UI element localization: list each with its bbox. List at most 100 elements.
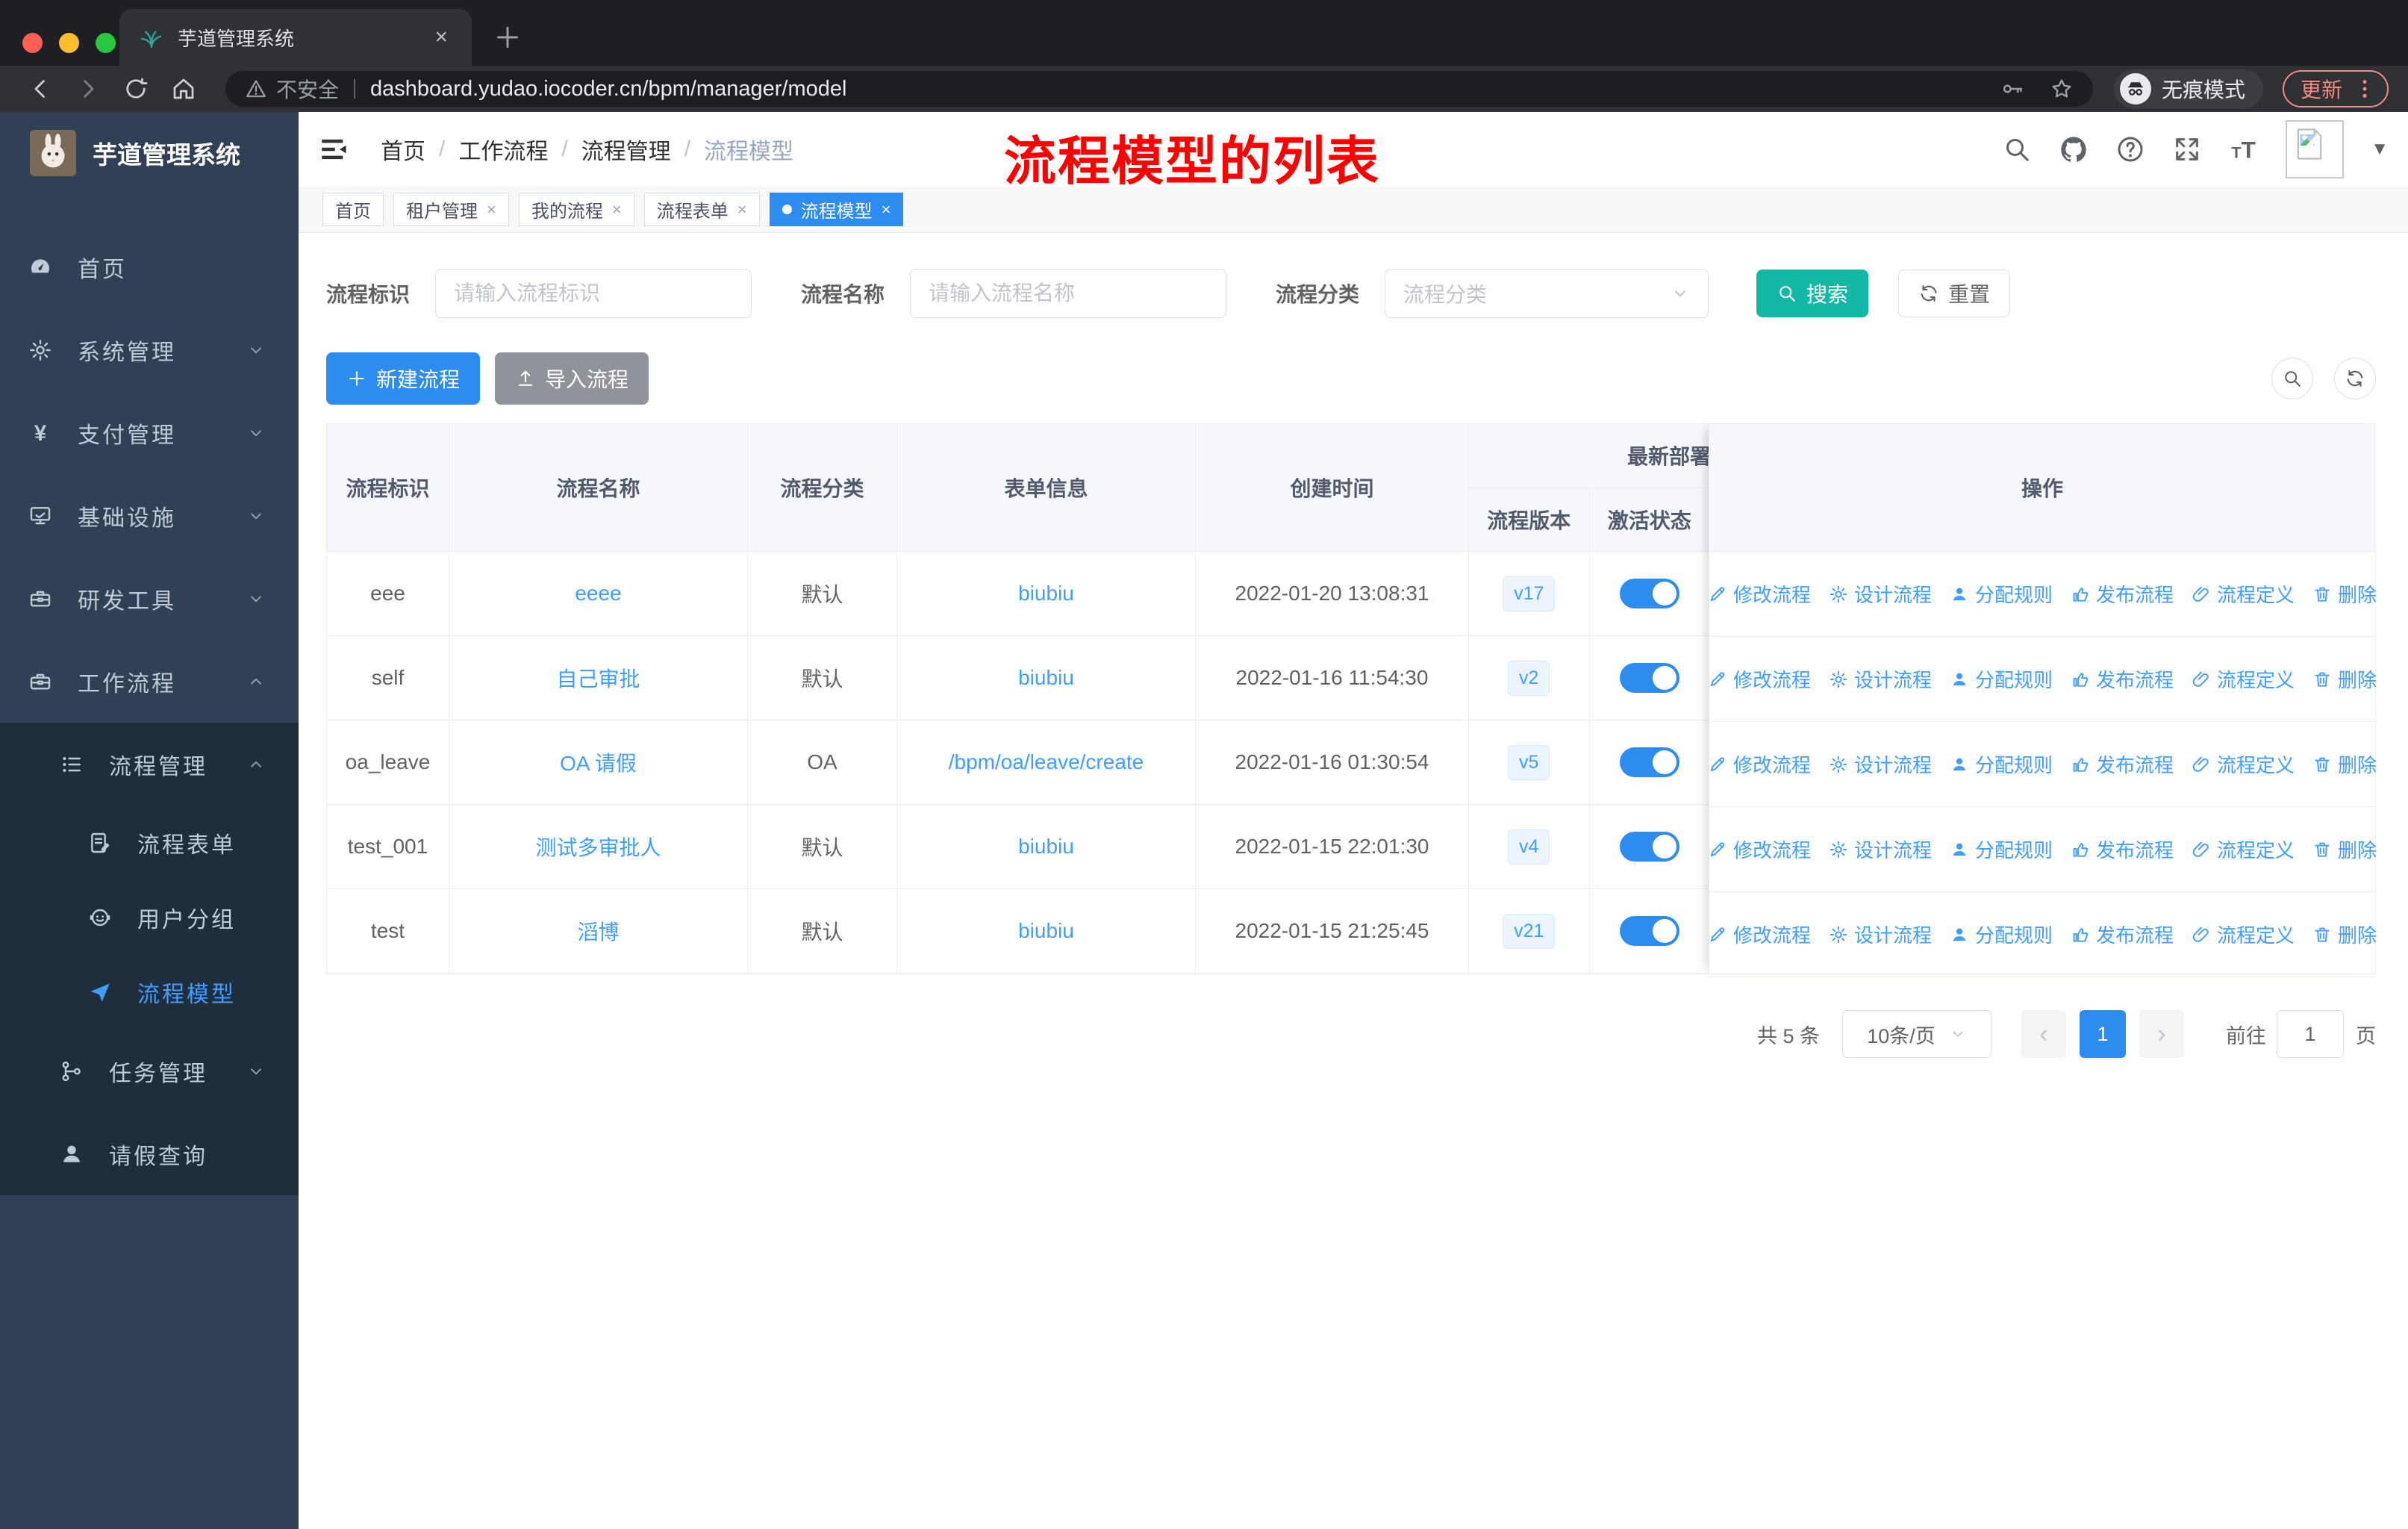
process-definition-link[interactable]: 流程定义: [2192, 750, 2295, 778]
tag-close-icon[interactable]: ×: [882, 200, 891, 219]
process-definition-link[interactable]: 流程定义: [2192, 665, 2295, 693]
goto-page-input[interactable]: [2277, 1010, 2344, 1058]
form-info-link[interactable]: biubiu: [1018, 919, 1074, 942]
version-badge[interactable]: v5: [1508, 744, 1550, 780]
assign-rule-link[interactable]: 分配规则: [1950, 665, 2053, 693]
avatar[interactable]: [2286, 120, 2345, 178]
form-info-link[interactable]: biubiu: [1018, 582, 1074, 605]
create-process-button[interactable]: 新建流程: [326, 352, 481, 405]
process-key-input[interactable]: [435, 269, 752, 318]
process-category-select[interactable]: 流程分类: [1385, 269, 1709, 318]
tag-process-form[interactable]: 流程表单 ×: [643, 193, 760, 226]
search-button[interactable]: 搜索: [1756, 270, 1869, 317]
edit-process-link[interactable]: 修改流程: [1708, 750, 1811, 778]
design-process-link[interactable]: 设计流程: [1829, 580, 1932, 608]
design-process-link[interactable]: 设计流程: [1829, 665, 1932, 693]
tab-close-icon[interactable]: ×: [430, 25, 452, 50]
assign-rule-link[interactable]: 分配规则: [1950, 835, 2053, 863]
process-name-link[interactable]: 滔博: [577, 921, 619, 944]
browser-update-button[interactable]: 更新: [2282, 70, 2389, 108]
sidebar-item-process-form[interactable]: 流程表单: [0, 806, 299, 880]
edit-process-link[interactable]: 修改流程: [1708, 921, 1811, 948]
sidebar-collapse-icon[interactable]: [318, 134, 349, 165]
form-info-link[interactable]: biubiu: [1018, 666, 1074, 689]
assign-rule-link[interactable]: 分配规则: [1950, 750, 2053, 778]
font-size-icon[interactable]: [2229, 134, 2259, 164]
sidebar-item-devtools[interactable]: 研发工具: [0, 557, 299, 640]
toggle-search-button[interactable]: [2271, 358, 2313, 399]
delete-link[interactable]: 删除: [2312, 665, 2377, 693]
version-badge[interactable]: v21: [1503, 913, 1556, 949]
publish-process-link[interactable]: 发布流程: [2071, 835, 2174, 863]
bookmark-star-icon[interactable]: [2050, 77, 2074, 101]
tag-tenant[interactable]: 租户管理 ×: [393, 193, 509, 226]
security-status[interactable]: 不安全: [245, 74, 339, 104]
sidebar-item-home[interactable]: 首页: [0, 225, 299, 308]
fullscreen-icon[interactable]: [2172, 134, 2202, 164]
sidebar-item-process-model[interactable]: 流程模型: [0, 955, 299, 1030]
process-definition-link[interactable]: 流程定义: [2192, 921, 2295, 948]
process-name-link[interactable]: 测试多审批人: [535, 836, 661, 859]
design-process-link[interactable]: 设计流程: [1829, 835, 1932, 863]
form-info-link[interactable]: /bpm/oa/leave/create: [949, 750, 1144, 773]
delete-link[interactable]: 删除: [2312, 750, 2377, 778]
active-toggle[interactable]: [1619, 916, 1679, 946]
forward-icon[interactable]: [75, 75, 102, 102]
tag-process-model[interactable]: 流程模型 ×: [769, 193, 904, 226]
process-definition-link[interactable]: 流程定义: [2192, 580, 2295, 608]
active-toggle[interactable]: [1619, 663, 1679, 693]
reload-icon[interactable]: [122, 75, 149, 102]
edit-process-link[interactable]: 修改流程: [1708, 580, 1811, 608]
assign-rule-link[interactable]: 分配规则: [1950, 580, 2053, 608]
delete-link[interactable]: 删除: [2312, 921, 2377, 948]
tag-close-icon[interactable]: ×: [737, 200, 747, 219]
version-badge[interactable]: v4: [1508, 829, 1550, 865]
tag-home[interactable]: 首页: [322, 193, 384, 226]
process-name-link[interactable]: OA 请假: [560, 752, 637, 775]
sidebar-item-user-group[interactable]: 用户分组: [0, 880, 299, 955]
publish-process-link[interactable]: 发布流程: [2071, 580, 2174, 608]
version-badge[interactable]: v2: [1508, 660, 1550, 696]
delete-link[interactable]: 删除: [2312, 835, 2377, 863]
home-icon[interactable]: [170, 75, 197, 102]
process-name-input[interactable]: [910, 269, 1227, 318]
next-page-button[interactable]: ›: [2139, 1010, 2184, 1058]
breadcrumb-item[interactable]: 流程管理: [581, 133, 671, 166]
sidebar-item-task-management[interactable]: 任务管理: [0, 1030, 299, 1112]
edit-process-link[interactable]: 修改流程: [1708, 835, 1811, 863]
process-definition-link[interactable]: 流程定义: [2192, 835, 2295, 863]
tag-close-icon[interactable]: ×: [612, 200, 622, 219]
form-info-link[interactable]: biubiu: [1018, 835, 1074, 858]
back-icon[interactable]: [27, 75, 54, 102]
close-window-button[interactable]: [22, 33, 43, 53]
sidebar-item-payment[interactable]: 支付管理: [0, 391, 299, 474]
active-toggle[interactable]: [1619, 832, 1679, 862]
version-badge[interactable]: v17: [1503, 576, 1556, 611]
import-process-button[interactable]: 导入流程: [495, 352, 649, 405]
sidebar-item-leave-query[interactable]: 请假查询: [0, 1112, 299, 1195]
edit-process-link[interactable]: 修改流程: [1708, 665, 1811, 693]
sidebar-item-system[interactable]: 系统管理: [0, 308, 299, 391]
address-bar[interactable]: 不安全 dashboard.yudao.iocoder.cn/bpm/manag…: [225, 71, 2093, 107]
publish-process-link[interactable]: 发布流程: [2071, 665, 2174, 693]
design-process-link[interactable]: 设计流程: [1829, 921, 1932, 948]
publish-process-link[interactable]: 发布流程: [2071, 921, 2174, 948]
process-name-link[interactable]: eeee: [575, 582, 621, 605]
password-key-icon[interactable]: [2000, 77, 2024, 101]
browser-menu-icon[interactable]: [2353, 77, 2377, 101]
active-toggle[interactable]: [1619, 747, 1679, 777]
maximize-window-button[interactable]: [96, 33, 116, 53]
browser-tab[interactable]: 芋道管理系统 ×: [119, 9, 472, 66]
new-tab-icon[interactable]: [493, 22, 523, 52]
tag-close-icon[interactable]: ×: [487, 200, 496, 219]
sidebar-item-infrastructure[interactable]: 基础设施: [0, 474, 299, 557]
breadcrumb-item[interactable]: 首页: [381, 133, 425, 166]
avatar-caret-icon[interactable]: ▼: [2371, 139, 2389, 160]
search-icon[interactable]: [2002, 134, 2032, 164]
design-process-link[interactable]: 设计流程: [1829, 750, 1932, 778]
sidebar-item-process-management[interactable]: 流程管理: [0, 723, 299, 806]
page-size-select[interactable]: 10条/页: [1842, 1010, 1991, 1058]
minimize-window-button[interactable]: [59, 33, 79, 53]
url-text[interactable]: dashboard.yudao.iocoder.cn/bpm/manager/m…: [370, 77, 1975, 102]
current-page-button[interactable]: 1: [2080, 1010, 2126, 1058]
